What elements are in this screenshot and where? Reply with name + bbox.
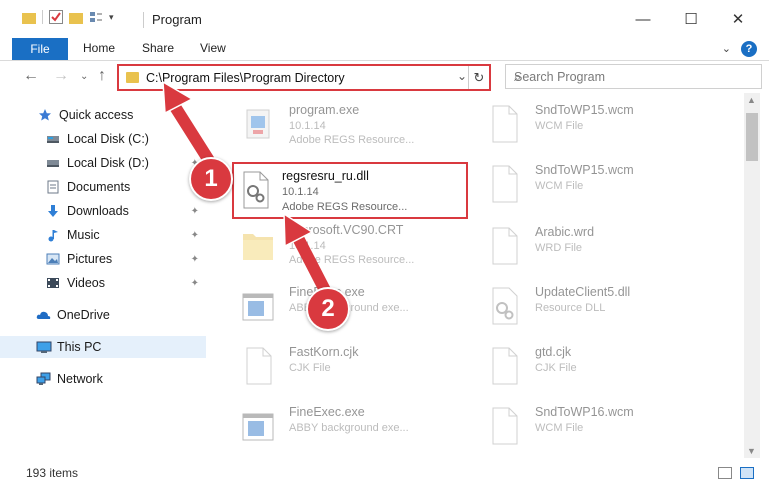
details-view-icon[interactable] xyxy=(718,467,732,479)
callout-step-1: 1 xyxy=(189,157,233,201)
annotation-arrows xyxy=(162,80,336,306)
item-count: 193 items xyxy=(26,466,79,480)
callout-step-2: 2 xyxy=(306,287,350,331)
status-bar: 193 items xyxy=(0,459,769,487)
large-icons-view-icon[interactable] xyxy=(740,467,754,479)
